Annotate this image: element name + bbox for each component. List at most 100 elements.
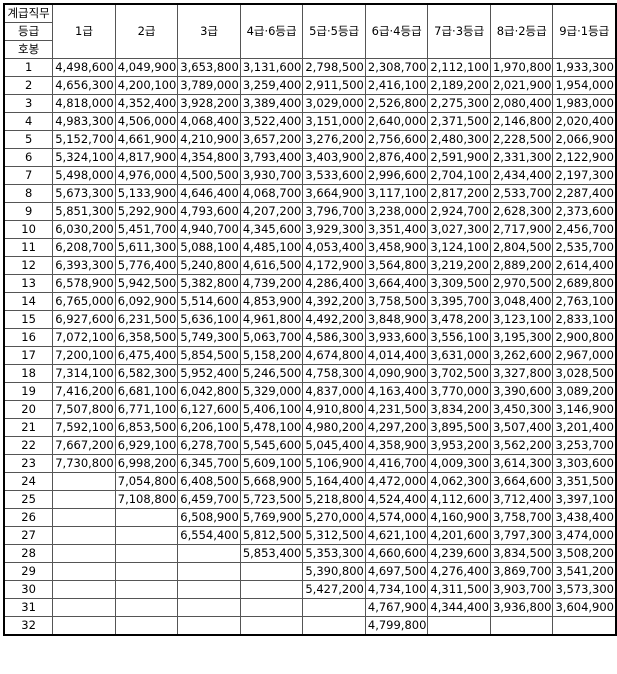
salary-cell: 5,270,000: [302, 508, 366, 527]
table-row: 19 7,416,200 6,681,100 6,042,800 5,329,000 4,…: [3, 382, 617, 401]
salary-cell: 2,275,300: [427, 94, 491, 113]
step-cell: 15: [3, 310, 54, 329]
salary-cell: [489, 616, 554, 636]
salary-cell: 3,146,900: [552, 400, 617, 419]
table-row: 9 5,851,300 5,292,900 4,793,600 4,207,200 3,7…: [3, 202, 617, 221]
table-row: 1 4,498,600 4,049,900 3,653,800 3,131,600 2,7…: [3, 58, 617, 77]
salary-cell: 5,769,900: [239, 508, 304, 527]
salary-cell: 5,329,000: [239, 382, 304, 401]
salary-cell: 3,556,100: [427, 328, 491, 347]
salary-cell: 4,311,500: [427, 580, 491, 599]
salary-cell: 5,164,400: [302, 472, 366, 491]
table-row: 28 5,853,400 5,353,300 4,660,600 4,239,600 3,…: [3, 544, 617, 563]
salary-cell: 2,591,900: [427, 148, 491, 167]
salary-cell: 4,661,900: [114, 130, 179, 149]
table-row: 24 7,054,800 6,408,500 5,668,900 5,164,400 4,…: [3, 472, 617, 491]
salary-cell: 7,667,200: [52, 436, 116, 455]
salary-cell: 6,475,400: [114, 346, 179, 365]
salary-cell: 5,240,800: [177, 256, 241, 275]
salary-cell: 3,797,300: [489, 526, 554, 545]
salary-cell: 5,088,100: [177, 238, 241, 257]
salary-cell: 3,834,500: [489, 544, 554, 563]
salary-cell: 4,767,900: [364, 598, 429, 617]
salary-cell: 3,478,200: [427, 310, 491, 329]
salary-cell: 4,090,900: [364, 364, 429, 383]
salary-cell: 3,089,200: [552, 382, 617, 401]
salary-cell: [177, 544, 241, 563]
salary-cell: 3,507,400: [489, 418, 554, 437]
salary-cell: [114, 562, 179, 581]
table-row: 2 4,656,300 4,200,100 3,789,000 3,259,400 2,9…: [3, 76, 617, 95]
salary-cell: 2,689,800: [552, 274, 617, 293]
salary-cell: 4,983,300: [52, 112, 116, 131]
salary-cell: 2,020,400: [552, 112, 617, 131]
salary-cell: 3,259,400: [239, 76, 304, 95]
salary-cell: 2,533,700: [489, 184, 554, 203]
salary-cell: 3,151,000: [302, 112, 366, 131]
table-row: 10 6,030,200 5,451,700 4,940,700 4,345,600 3,…: [3, 220, 617, 239]
salary-cell: [427, 616, 491, 636]
salary-cell: 4,500,500: [177, 166, 241, 185]
salary-cell: 3,702,500: [427, 364, 491, 383]
salary-cell: 4,656,300: [52, 76, 116, 95]
salary-cell: 5,851,300: [52, 202, 116, 221]
salary-cell: 3,508,200: [552, 544, 617, 563]
header-corner-label: 등급: [3, 22, 54, 41]
salary-cell: 5,406,100: [239, 400, 304, 419]
salary-cell: [114, 580, 179, 599]
salary-cell: 6,278,700: [177, 436, 241, 455]
salary-cell: 3,848,900: [364, 310, 429, 329]
salary-cell: 4,506,000: [114, 112, 179, 131]
salary-cell: 4,172,900: [302, 256, 366, 275]
salary-cell: 6,208,700: [52, 238, 116, 257]
grade-header: 5급·5등급: [302, 3, 366, 59]
salary-cell: 5,045,400: [302, 436, 366, 455]
salary-cell: 4,485,100: [239, 238, 304, 257]
salary-cell: 6,092,900: [114, 292, 179, 311]
salary-cell: 4,818,000: [52, 94, 116, 113]
table-row: 17 7,200,100 6,475,400 5,854,500 5,158,200 4,…: [3, 346, 617, 365]
salary-cell: 6,408,500: [177, 472, 241, 491]
salary-cell: 3,758,500: [364, 292, 429, 311]
step-cell: 10: [3, 220, 54, 239]
salary-cell: [239, 562, 304, 581]
salary-cell: [177, 580, 241, 599]
salary-cell: 4,068,400: [177, 112, 241, 131]
salary-cell: 7,200,100: [52, 346, 116, 365]
salary-cell: 5,854,500: [177, 346, 241, 365]
salary-cell: 2,717,900: [489, 220, 554, 239]
salary-cell: 3,573,300: [552, 580, 617, 599]
salary-cell: 4,416,700: [364, 454, 429, 473]
salary-cell: 5,158,200: [239, 346, 304, 365]
salary-cell: 4,354,800: [177, 148, 241, 167]
salary-cell: 3,238,000: [364, 202, 429, 221]
salary-cell: 4,163,400: [364, 382, 429, 401]
salary-cell: 4,112,600: [427, 490, 491, 509]
salary-cell: 3,664,600: [489, 472, 554, 491]
table-row: 32 4,799,800: [3, 616, 617, 636]
salary-cell: 4,345,600: [239, 220, 304, 239]
salary-cell: 3,351,400: [364, 220, 429, 239]
table-row: 3 4,818,000 4,352,400 3,928,200 3,389,400 3,0…: [3, 94, 617, 113]
step-cell: 28: [3, 544, 54, 563]
salary-cell: 4,009,300: [427, 454, 491, 473]
salary-cell: 3,351,500: [552, 472, 617, 491]
step-cell: 26: [3, 508, 54, 527]
table-row: 13 6,578,900 5,942,500 5,382,800 4,739,200 4,…: [3, 274, 617, 293]
table-row: 7 5,498,000 4,976,000 4,500,500 3,930,700 3,5…: [3, 166, 617, 185]
salary-cell: 2,021,900: [489, 76, 554, 95]
step-cell: 5: [3, 130, 54, 149]
salary-cell: 2,480,300: [427, 130, 491, 149]
salary-cell: 3,928,200: [177, 94, 241, 113]
salary-cell: 2,996,600: [364, 166, 429, 185]
step-cell: 19: [3, 382, 54, 401]
salary-cell: 4,817,900: [114, 148, 179, 167]
salary-cell: 7,108,800: [114, 490, 179, 509]
salary-cell: 3,327,800: [489, 364, 554, 383]
salary-cell: [552, 616, 617, 636]
step-cell: 1: [3, 58, 54, 77]
salary-cell: 2,640,000: [364, 112, 429, 131]
grade-header: 9급·1등급: [552, 3, 617, 59]
salary-cell: 4,210,900: [177, 130, 241, 149]
salary-cell: 4,734,100: [364, 580, 429, 599]
